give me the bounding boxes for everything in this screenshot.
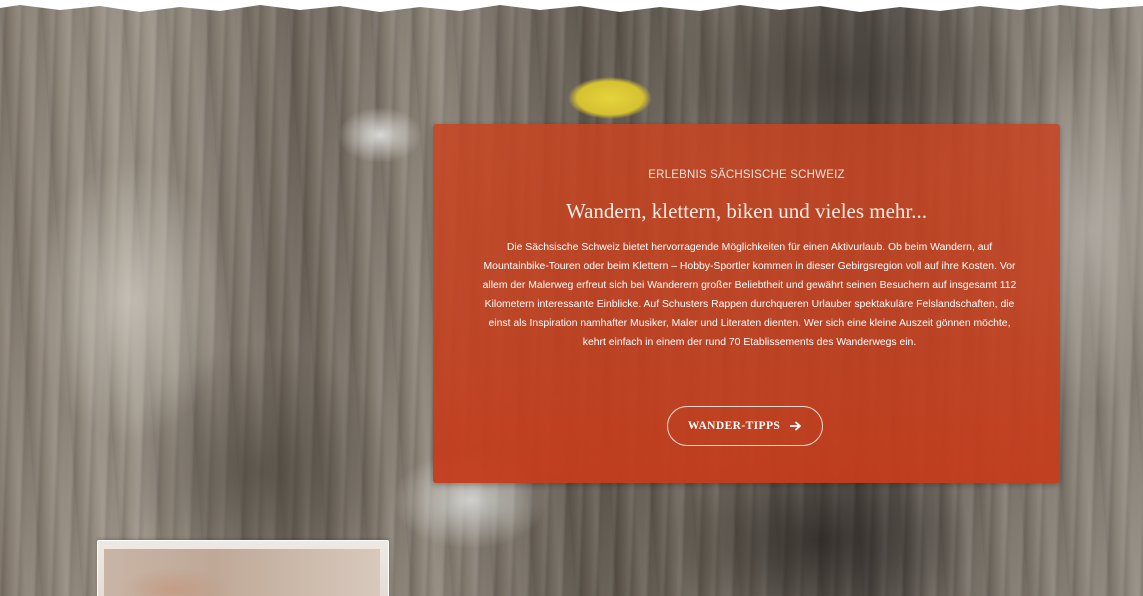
card-body-text: Die Sächsische Schweiz bietet hervorrage… <box>482 242 1017 348</box>
wander-tipps-label: WANDER-TIPPS <box>687 420 781 432</box>
arrow-right-icon <box>790 421 802 431</box>
next-section-card-image <box>104 549 380 596</box>
card-eyebrow: ERLEBNIS SÄCHSISCHE SCHWEIZ <box>648 169 845 181</box>
wander-tipps-button[interactable]: WANDER-TIPPS <box>667 406 823 446</box>
next-section-card <box>97 540 389 596</box>
torn-paper-edge <box>0 0 1143 12</box>
hero-section: ERLEBNIS SÄCHSISCHE SCHWEIZ Wandern, kle… <box>0 0 1143 596</box>
card-headline: Wandern, klettern, biken und vieles mehr… <box>565 199 928 223</box>
promo-card: ERLEBNIS SÄCHSISCHE SCHWEIZ Wandern, kle… <box>433 124 1060 483</box>
